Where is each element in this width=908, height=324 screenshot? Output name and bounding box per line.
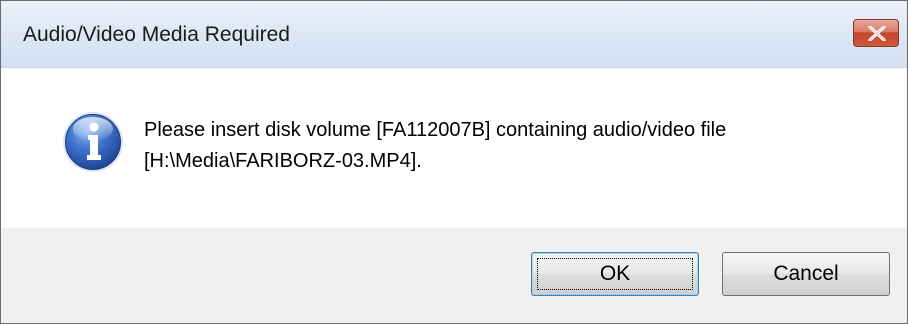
cancel-button[interactable]: Cancel [722,252,890,296]
button-bar: OK Cancel [1,228,907,323]
ok-button-label: OK [599,262,631,285]
information-icon [63,112,123,172]
close-icon [868,26,886,41]
cancel-button-label: Cancel [773,262,839,285]
title-bar[interactable]: Audio/Video Media Required [1,1,907,68]
dialog-window: Audio/Video Media Required Please insert… [0,0,908,324]
window-title: Audio/Video Media Required [23,23,290,46]
message-line-1: Please insert disk volume [FA112007B] co… [144,119,727,141]
ok-button[interactable]: OK [531,252,699,296]
close-button[interactable] [853,19,899,47]
message-text: Please insert disk volume [FA112007B] co… [144,115,726,177]
message-line-2: [H:\Media\FARIBORZ-03.MP4]. [144,150,422,172]
message-area: Please insert disk volume [FA112007B] co… [1,68,907,228]
